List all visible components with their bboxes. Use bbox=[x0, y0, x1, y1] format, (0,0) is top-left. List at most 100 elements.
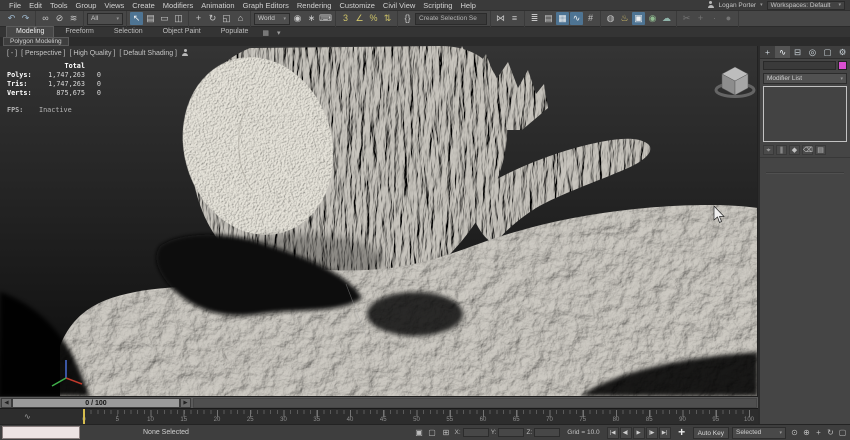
ribbon-tab-modeling[interactable]: Modeling bbox=[6, 26, 54, 37]
window-crossing-icon[interactable]: ◫ bbox=[172, 12, 185, 25]
render-setup-icon[interactable]: ♨ bbox=[618, 12, 631, 25]
time-slider-handle[interactable]: 0 / 100 bbox=[12, 398, 180, 408]
track-bar[interactable]: ∿ 05101520253035404550556065707580859095… bbox=[0, 408, 758, 424]
snap-toggle-3d-icon[interactable]: 3 bbox=[339, 12, 352, 25]
menu-item-scripting[interactable]: Scripting bbox=[419, 1, 456, 10]
select-and-rotate-icon[interactable]: ↻ bbox=[206, 12, 219, 25]
pin-stack-icon[interactable]: ⌖ bbox=[763, 145, 774, 155]
remove-modifier-icon[interactable]: ⌫ bbox=[802, 145, 813, 155]
make-unique-icon[interactable]: ◆ bbox=[789, 145, 800, 155]
bind-to-space-warp-icon[interactable]: ≋ bbox=[67, 12, 80, 25]
time-slider-next-button[interactable]: ▶ bbox=[180, 398, 191, 408]
ribbon-tab-selection[interactable]: Selection bbox=[105, 27, 152, 37]
render-production-icon[interactable]: ◉ bbox=[646, 12, 659, 25]
menu-item-help[interactable]: Help bbox=[456, 1, 479, 10]
play-animation-button[interactable]: ▶ bbox=[633, 427, 645, 439]
ribbon-tab-populate[interactable]: Populate bbox=[212, 27, 258, 37]
disabled-tool-icon-2[interactable]: + bbox=[694, 12, 707, 25]
object-name-field[interactable] bbox=[763, 61, 836, 70]
menu-item-tools[interactable]: Tools bbox=[46, 1, 72, 10]
ribbon-tab-object-paint[interactable]: Object Paint bbox=[154, 27, 210, 37]
rendered-frame-window-icon[interactable]: ▣ bbox=[632, 12, 645, 25]
curve-editor-icon[interactable]: ∿ bbox=[570, 12, 583, 25]
material-editor-icon[interactable]: ◍ bbox=[604, 12, 617, 25]
create-tab-icon[interactable]: + bbox=[760, 46, 775, 58]
modify-tab-icon[interactable]: ∿ bbox=[775, 46, 790, 58]
time-slider-track[interactable] bbox=[193, 398, 757, 408]
redo-icon[interactable]: ↷ bbox=[19, 12, 32, 25]
menu-item-modifiers[interactable]: Modifiers bbox=[159, 1, 197, 10]
zoom-icon[interactable]: ⊙ bbox=[789, 427, 800, 438]
select-object-icon[interactable]: ↖ bbox=[130, 12, 143, 25]
menu-item-group[interactable]: Group bbox=[72, 1, 101, 10]
keyboard-override-icon[interactable]: ⌨ bbox=[319, 12, 332, 25]
keying-selection-set-dropdown[interactable]: Selected ▾ bbox=[732, 427, 786, 439]
modifier-stack[interactable] bbox=[763, 86, 847, 142]
menu-item-edit[interactable]: Edit bbox=[25, 1, 46, 10]
go-to-end-button[interactable]: ▶| bbox=[659, 427, 671, 439]
mini-curve-editor-toggle-icon[interactable]: ∿ bbox=[24, 412, 31, 422]
absolute-mode-toggle-icon[interactable]: ⊞ bbox=[441, 427, 452, 438]
layer-explorer-icon[interactable]: ≣ bbox=[528, 12, 541, 25]
current-frame-caret[interactable] bbox=[83, 409, 85, 424]
menu-item-civil-view[interactable]: Civil View bbox=[379, 1, 419, 10]
previous-frame-button[interactable]: ◀| bbox=[620, 427, 632, 439]
perspective-viewport[interactable]: [ - ] [ Perspective ] [ High Quality ] [… bbox=[0, 46, 758, 396]
account-name[interactable]: Logan Porter bbox=[719, 2, 757, 9]
configure-modifier-sets-icon[interactable]: ▤ bbox=[815, 145, 826, 155]
next-frame-button[interactable]: |▶ bbox=[646, 427, 658, 439]
orbit-icon[interactable]: ↻ bbox=[825, 427, 836, 438]
select-and-place-icon[interactable]: ⌂ bbox=[234, 12, 247, 25]
workspace-dropdown[interactable]: Workspaces: Default ▾ bbox=[767, 1, 845, 10]
scene-explorer-icon[interactable]: ▤ bbox=[542, 12, 555, 25]
disabled-tool-icon-4[interactable]: ● bbox=[722, 12, 735, 25]
menu-item-file[interactable]: File bbox=[5, 1, 25, 10]
unlink-selection-icon[interactable]: ⊘ bbox=[53, 12, 66, 25]
show-end-result-icon[interactable]: ∥ bbox=[776, 145, 787, 155]
menu-item-graph-editors[interactable]: Graph Editors bbox=[239, 1, 293, 10]
viewport-general-menu[interactable]: [ - ] bbox=[7, 50, 17, 57]
coordinate-field-x[interactable] bbox=[463, 428, 489, 437]
angle-snap-icon[interactable]: ∠ bbox=[353, 12, 366, 25]
polygon-modeling-panel-button[interactable]: Polygon Modeling bbox=[3, 37, 69, 46]
schematic-view-icon[interactable]: # bbox=[584, 12, 597, 25]
use-pivot-center-icon[interactable]: ◉ bbox=[291, 12, 304, 25]
viewport-person-icon[interactable] bbox=[181, 49, 189, 57]
motion-tab-icon[interactable]: ◎ bbox=[805, 46, 820, 58]
disabled-tool-icon-1[interactable]: ✂ bbox=[680, 12, 693, 25]
selection-region-icon[interactable]: ▭ bbox=[158, 12, 171, 25]
selection-lock-toggle-icon[interactable]: ▢ bbox=[427, 427, 438, 438]
select-and-link-icon[interactable]: ∞ bbox=[39, 12, 52, 25]
display-tab-icon[interactable]: ▢ bbox=[820, 46, 835, 58]
pan-view-icon[interactable]: + bbox=[813, 427, 824, 438]
maxscript-mini-listener[interactable] bbox=[2, 426, 80, 439]
reference-coordinate-dropdown[interactable]: World▾ bbox=[254, 13, 290, 25]
selection-filter-dropdown[interactable]: All▾ bbox=[87, 13, 123, 25]
ribbon-config-icon[interactable]: ▦ bbox=[259, 29, 272, 37]
object-color-swatch[interactable] bbox=[838, 61, 847, 70]
menu-item-views[interactable]: Views bbox=[100, 1, 128, 10]
modifier-list-dropdown[interactable]: Modifier List ▾ bbox=[763, 73, 847, 84]
align-icon[interactable]: ≡ bbox=[508, 12, 521, 25]
viewport-quality-menu[interactable]: [ High Quality ] bbox=[69, 50, 115, 57]
select-and-manipulate-icon[interactable]: ∗ bbox=[305, 12, 318, 25]
hierarchy-tab-icon[interactable]: ⊟ bbox=[790, 46, 805, 58]
menu-item-customize[interactable]: Customize bbox=[335, 1, 378, 10]
maximize-viewport-toggle-icon[interactable]: ▢ bbox=[837, 427, 848, 438]
set-key-button[interactable]: + bbox=[674, 426, 690, 439]
ribbon-tab-freeform[interactable]: Freeform bbox=[56, 27, 102, 37]
go-to-start-button[interactable]: |◀ bbox=[607, 427, 619, 439]
undo-icon[interactable]: ↶ bbox=[5, 12, 18, 25]
utilities-tab-icon[interactable]: ⚙ bbox=[835, 46, 850, 58]
viewport-shading-menu[interactable]: [ Default Shading ] bbox=[119, 50, 177, 57]
ribbon-minimize-icon[interactable]: ▾ bbox=[274, 29, 284, 37]
menu-item-rendering[interactable]: Rendering bbox=[293, 1, 336, 10]
isolate-selection-toggle-icon[interactable]: ▣ bbox=[414, 427, 425, 438]
account-chevron-icon[interactable]: ▾ bbox=[760, 2, 763, 8]
percent-snap-icon[interactable]: % bbox=[367, 12, 380, 25]
coordinate-field-z[interactable] bbox=[534, 428, 560, 437]
mirror-icon[interactable]: ⋈ bbox=[494, 12, 507, 25]
zoom-extents-icon[interactable]: ⊕ bbox=[801, 427, 812, 438]
menu-item-animation[interactable]: Animation bbox=[197, 1, 238, 10]
spinner-snap-icon[interactable]: ⇅ bbox=[381, 12, 394, 25]
